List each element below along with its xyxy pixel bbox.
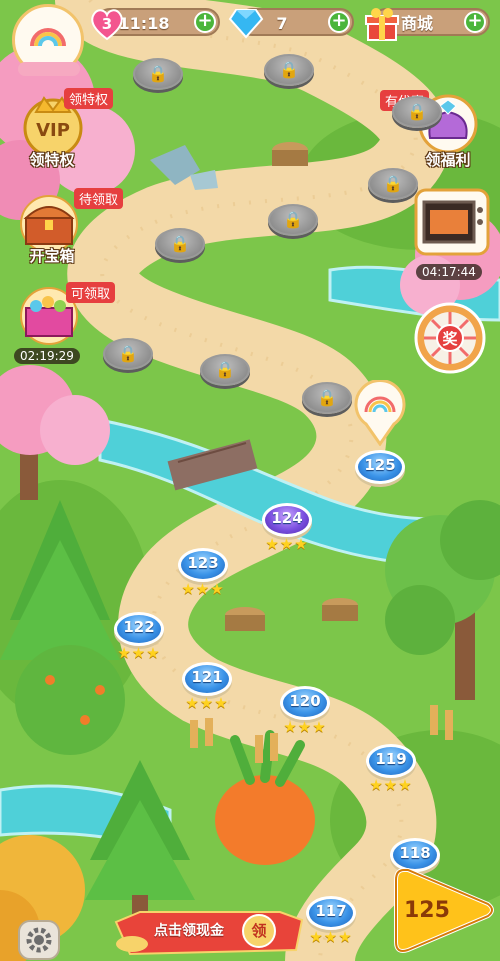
oven-timer: 04:17:44 [416, 264, 482, 280]
wheel-label: 奖 [442, 330, 458, 348]
locked-level[interactable]: 🔒 [392, 96, 442, 128]
level-number: 122 [123, 618, 155, 636]
lock-icon: 🔒 [317, 388, 337, 407]
level-stars: ★★★ [117, 644, 161, 662]
lock-icon: 🔒 [170, 234, 190, 253]
lock-icon: 🔒 [118, 344, 138, 363]
level-node-124[interactable]: 124 ★★★ [262, 503, 312, 553]
shop-gift-icon [365, 8, 399, 41]
lock-icon: 🔒 [215, 360, 235, 379]
level-node-123[interactable]: 123 ★★★ [178, 548, 228, 598]
lives-count: 3 [102, 15, 112, 33]
add-gems-icon[interactable]: + [328, 11, 350, 33]
cash-badge: 领 [242, 914, 276, 948]
locked-level[interactable]: 🔒 [264, 54, 314, 86]
vip-label: 领特权 [29, 151, 75, 169]
level-number: 125 [364, 456, 396, 474]
vip-badge-text: VIP [36, 120, 70, 141]
lock-icon: 🔒 [383, 174, 403, 193]
level-stars: ★★★ [185, 694, 229, 712]
level-node-122[interactable]: 122 ★★★ [114, 612, 164, 662]
play-level-number: 125 [404, 898, 450, 923]
gift-timer: 02:19:29 [14, 348, 80, 364]
level-stars: ★★★ [283, 718, 327, 736]
level-stars: ★★★ [265, 535, 309, 553]
level-node-120[interactable]: 120 ★★★ [280, 686, 330, 736]
treasure-chest-button[interactable]: 待领取 开宝箱 [4, 186, 124, 270]
lucky-wheel-button[interactable]: 奖 [412, 300, 488, 376]
oven-icon [414, 188, 490, 256]
welfare-label: 领福利 [425, 151, 471, 169]
level-stars: ★★★ [369, 776, 413, 794]
locked-level[interactable]: 🔒 [268, 204, 318, 236]
lock-icon: 🔒 [407, 102, 427, 121]
rainbow-icon [30, 28, 66, 47]
level-stars: ★★★ [181, 580, 225, 598]
chest-label: 开宝箱 [29, 247, 75, 265]
level-map: 11:18 + 3 7 + 商城 + VIP 领特权 领特权 待领取 开宝箱 可… [0, 0, 500, 961]
level-node-117[interactable]: 117 ★★★ [306, 896, 356, 946]
locked-level[interactable]: 🔒 [155, 228, 205, 260]
locked-level[interactable]: 🔒 [302, 382, 352, 414]
lock-icon: 🔒 [279, 60, 299, 79]
level-stars: ★★★ [309, 928, 353, 946]
lock-icon: 🔒 [283, 210, 303, 229]
orange-bush [15, 645, 125, 755]
level-node-119[interactable]: 119 ★★★ [366, 744, 416, 794]
locked-level[interactable]: 🔒 [200, 354, 250, 386]
add-lives-icon[interactable]: + [194, 11, 216, 33]
level-number: 117 [315, 902, 347, 920]
level-number: 118 [399, 844, 431, 862]
diamond-icon [228, 9, 264, 39]
cash-banner-text: 点击领现金 [154, 923, 224, 939]
lock-icon: 🔒 [148, 64, 168, 83]
locked-level[interactable]: 🔒 [368, 168, 418, 200]
vip-tag: 领特权 [64, 88, 114, 109]
level-node-125[interactable]: 125 [355, 450, 405, 488]
level-number: 119 [375, 750, 407, 768]
heart-icon: 3 [91, 9, 123, 41]
oven-button[interactable]: 04:17:44 [410, 188, 494, 284]
locked-level[interactable]: 🔒 [103, 338, 153, 370]
gift-box-button[interactable]: 可领取 02:19:29 [4, 280, 116, 368]
level-node-121[interactable]: 121 ★★★ [182, 662, 232, 712]
chest-tag: 待领取 [74, 188, 124, 209]
avatar-button[interactable] [10, 2, 86, 78]
level-number: 120 [289, 692, 321, 710]
level-number: 124 [271, 509, 303, 527]
player-marker [354, 380, 406, 446]
level-number: 121 [191, 668, 223, 686]
gear-icon [26, 927, 52, 953]
play-level-button[interactable]: 125 [388, 862, 496, 958]
shop-plus-icon[interactable]: + [464, 11, 486, 33]
vip-button[interactable]: VIP 领特权 领特权 [4, 86, 114, 174]
level-number: 123 [187, 554, 219, 572]
cash-banner-button[interactable]: 点击领现金 领 [110, 904, 306, 958]
settings-button[interactable] [18, 920, 60, 960]
locked-level[interactable]: 🔒 [133, 58, 183, 90]
lucky-wheel-icon: 奖 [414, 302, 486, 374]
avatar-flower-ribbon [18, 62, 80, 76]
gift-tag: 可领取 [66, 282, 116, 303]
